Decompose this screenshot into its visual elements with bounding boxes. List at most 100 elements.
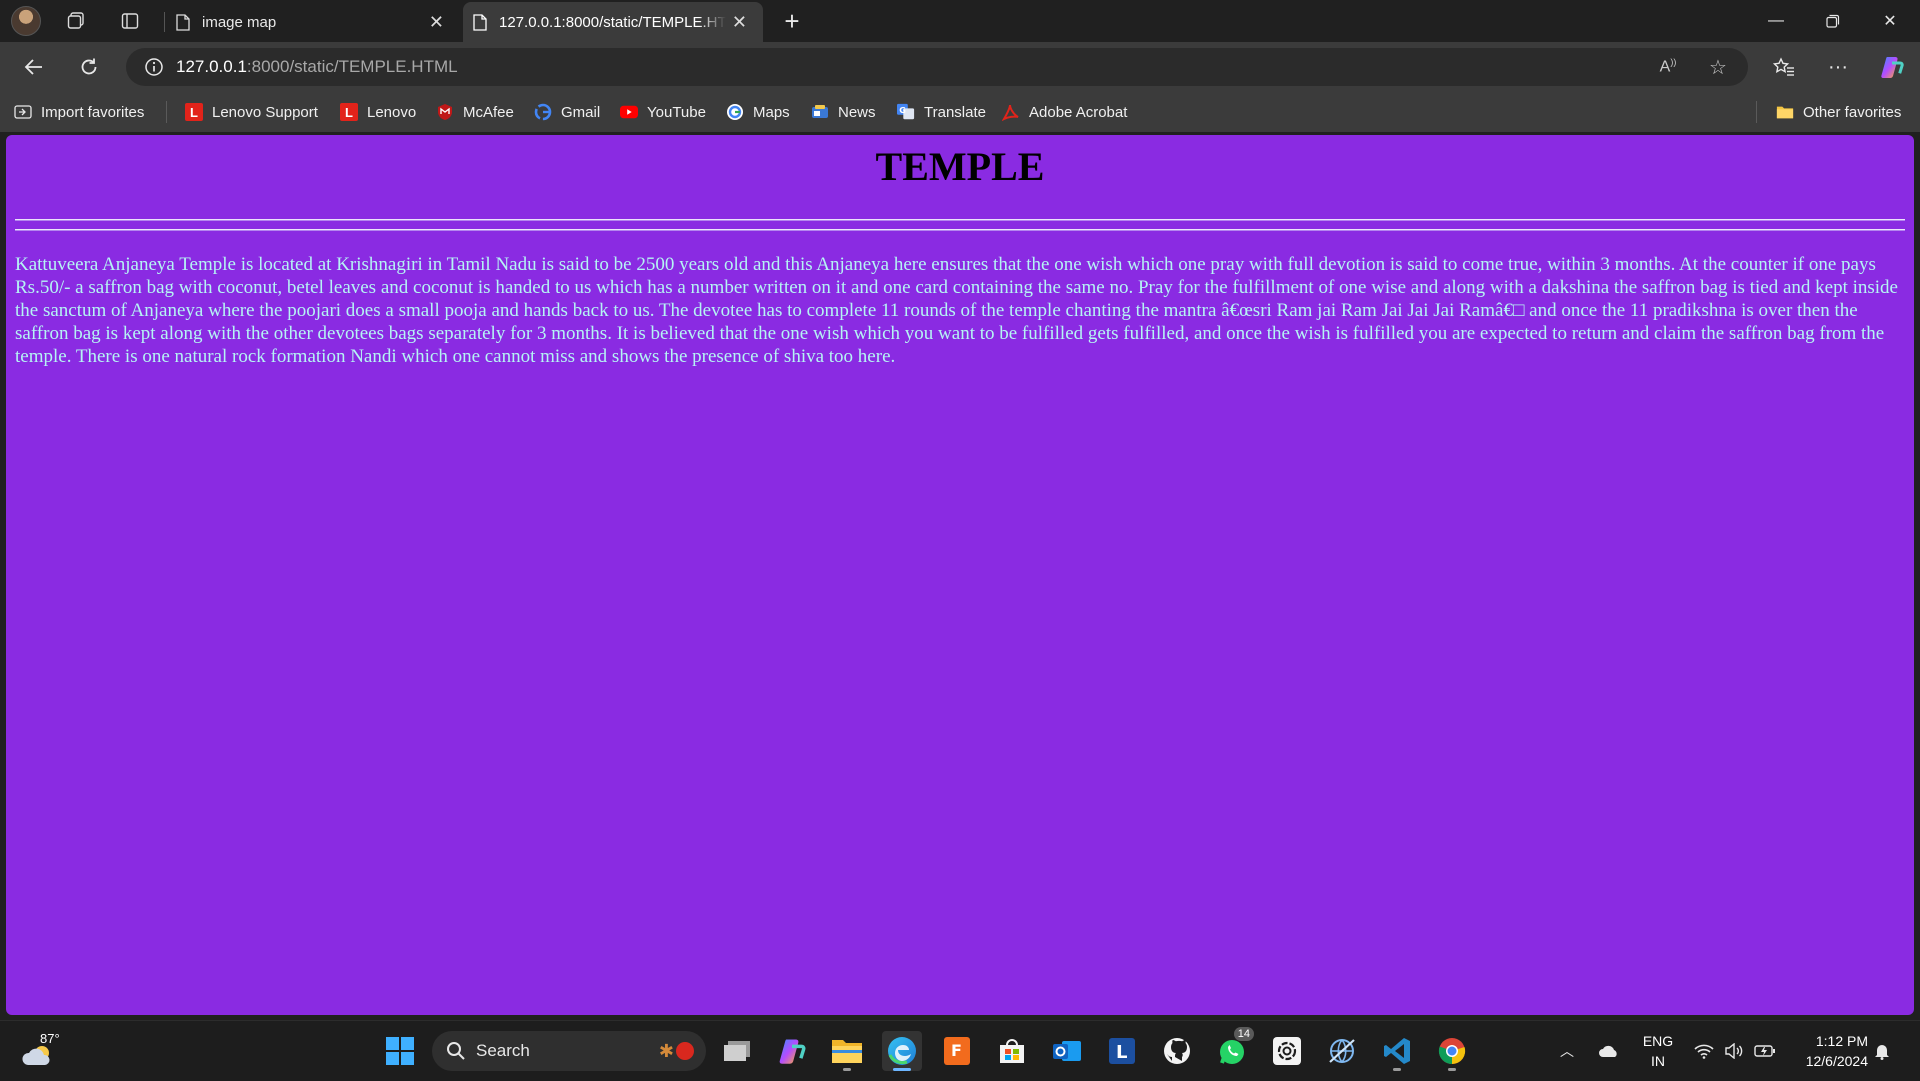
running-indicator <box>893 1068 911 1071</box>
fav-youtube[interactable]: YouTube <box>620 100 706 124</box>
close-tab-icon[interactable]: ✕ <box>726 12 753 33</box>
plus-icon: + <box>784 5 800 36</box>
fav-label: Maps <box>753 103 790 121</box>
fav-label: News <box>838 103 876 121</box>
page-heading: TEMPLE <box>875 144 1045 189</box>
fav-news[interactable]: News <box>811 100 876 124</box>
taskbar-copilot[interactable] <box>772 1031 812 1071</box>
fav-label: Import favorites <box>41 103 145 121</box>
more-icon: ··· <box>1828 55 1848 78</box>
battery-icon <box>1754 1045 1775 1057</box>
taskbar-vscode[interactable] <box>1377 1031 1417 1071</box>
taskbar-chrome[interactable] <box>1432 1031 1472 1071</box>
onedrive-status[interactable] <box>1598 1031 1620 1071</box>
running-indicator <box>843 1068 851 1071</box>
taskbar-edge[interactable] <box>882 1031 922 1071</box>
quick-settings[interactable] <box>1694 1031 1776 1071</box>
google-icon <box>534 103 552 121</box>
fav-mcafee[interactable]: McAfee <box>436 100 514 124</box>
url-path: :8000/static/TEMPLE.HTML <box>246 57 458 76</box>
github-icon <box>1164 1038 1190 1064</box>
cloud-icon <box>1599 1045 1617 1057</box>
tab-temple[interactable]: 127.0.0.1:8000/static/TEMPLE.HTML ✕ <box>463 2 763 42</box>
taskbar-outlook[interactable] <box>1047 1031 1087 1071</box>
taskbar-store[interactable] <box>992 1031 1032 1071</box>
address-bar[interactable]: 127.0.0.1:8000/static/TEMPLE.HTML A)) ☆ <box>126 48 1748 86</box>
fav-label: Lenovo Support <box>212 103 318 121</box>
show-hidden-icons[interactable]: ︿ <box>1560 1031 1574 1071</box>
chrome-icon <box>1438 1038 1466 1065</box>
volume-icon <box>1725 1043 1743 1059</box>
fav-import-favorites[interactable]: Import favorites <box>14 100 144 124</box>
language-indicator[interactable]: ENG IN <box>1640 1031 1676 1071</box>
globe-icon <box>1329 1039 1355 1063</box>
clock[interactable]: 1:12 PM 12/6/2024 <box>1786 1031 1868 1071</box>
bell-icon <box>1875 1045 1889 1060</box>
close-tab-icon[interactable]: ✕ <box>423 12 450 33</box>
minimize-button[interactable]: — <box>1748 0 1804 42</box>
taskbar-whatsapp[interactable]: 14 <box>1212 1027 1254 1071</box>
back-button[interactable] <box>16 51 52 83</box>
workspaces-button[interactable] <box>60 6 92 36</box>
favorites-icon <box>1773 57 1794 76</box>
fav-other-favorites[interactable]: Other favorites <box>1776 100 1901 124</box>
divider-bottom <box>15 229 1905 231</box>
fav-maps[interactable]: Maps <box>726 100 790 124</box>
favorites-button[interactable] <box>1766 51 1802 83</box>
read-aloud-icon: A)) <box>1659 57 1677 76</box>
fav-label: McAfee <box>463 103 514 121</box>
minimize-icon: — <box>1768 12 1784 29</box>
copilot-icon <box>779 1039 806 1064</box>
weather-widget[interactable]: 87° <box>22 1031 68 1071</box>
lang-code: ENG <box>1642 1033 1674 1049</box>
lenovo-icon: L <box>340 103 358 121</box>
page-content: TEMPLE Kattuveera Anjaneya Temple is loc… <box>6 135 1914 1015</box>
add-favorite-button[interactable]: ☆ <box>1702 52 1734 82</box>
taskbar-chatgpt[interactable] <box>1267 1031 1307 1071</box>
taskbar-search[interactable]: Search ✱ <box>432 1031 706 1071</box>
fav-translate[interactable]: G Translate <box>897 100 986 124</box>
taskbar-github[interactable] <box>1157 1031 1197 1071</box>
taskbar-lenovo[interactable]: L <box>1102 1031 1142 1071</box>
svg-text:L: L <box>1116 1042 1127 1063</box>
restore-button[interactable] <box>1805 0 1861 42</box>
taskbar-network-app[interactable] <box>1322 1031 1362 1071</box>
clock-time: 1:12 PM <box>1815 1033 1868 1049</box>
taskbar-foxit[interactable]: F <box>937 1031 977 1071</box>
tab-actions-button[interactable] <box>114 6 146 36</box>
start-button[interactable] <box>380 1031 420 1071</box>
tab-image-map[interactable]: image map ✕ <box>166 2 460 42</box>
taskbar: 87° Search ✱ F L 14 ︿ ENG IN 1:12 PM 12/… <box>0 1020 1920 1081</box>
read-aloud-button[interactable]: A)) <box>1652 52 1684 82</box>
weather-temp: 87° <box>40 1031 60 1046</box>
close-window-button[interactable]: ✕ <box>1862 0 1918 42</box>
favorites-divider <box>1756 101 1757 123</box>
info-icon[interactable] <box>144 57 164 77</box>
chevron-up-icon: ︿ <box>1560 1043 1574 1059</box>
fav-label: Other favorites <box>1803 103 1902 121</box>
task-view-icon <box>724 1041 750 1061</box>
settings-more-button[interactable]: ··· <box>1820 51 1856 83</box>
task-view-button[interactable] <box>717 1031 757 1071</box>
profile-button[interactable] <box>10 6 42 36</box>
youtube-icon <box>620 103 638 121</box>
new-tab-button[interactable]: + <box>776 6 808 36</box>
fav-gmail[interactable]: Gmail <box>534 100 600 124</box>
svg-text:F: F <box>951 1041 962 1060</box>
page-icon <box>473 13 487 31</box>
fav-lenovo[interactable]: L Lenovo <box>340 100 416 124</box>
clock-date: 12/6/2024 <box>1805 1053 1868 1069</box>
copilot-icon <box>1881 57 1904 78</box>
folder-icon <box>832 1040 862 1063</box>
divider-top <box>15 219 1905 221</box>
refresh-button[interactable] <box>71 51 107 83</box>
fav-adobe-acrobat[interactable]: Adobe Acrobat <box>1002 100 1127 124</box>
copilot-button[interactable] <box>1874 51 1910 83</box>
notifications-button[interactable] <box>1874 1031 1890 1071</box>
page-icon <box>176 13 190 31</box>
notification-badge: 14 <box>1233 1027 1254 1041</box>
fav-lenovo-support[interactable]: L Lenovo Support <box>185 100 318 124</box>
wifi-icon <box>1694 1044 1714 1059</box>
folder-icon <box>1776 103 1794 121</box>
taskbar-file-explorer[interactable] <box>827 1031 867 1071</box>
